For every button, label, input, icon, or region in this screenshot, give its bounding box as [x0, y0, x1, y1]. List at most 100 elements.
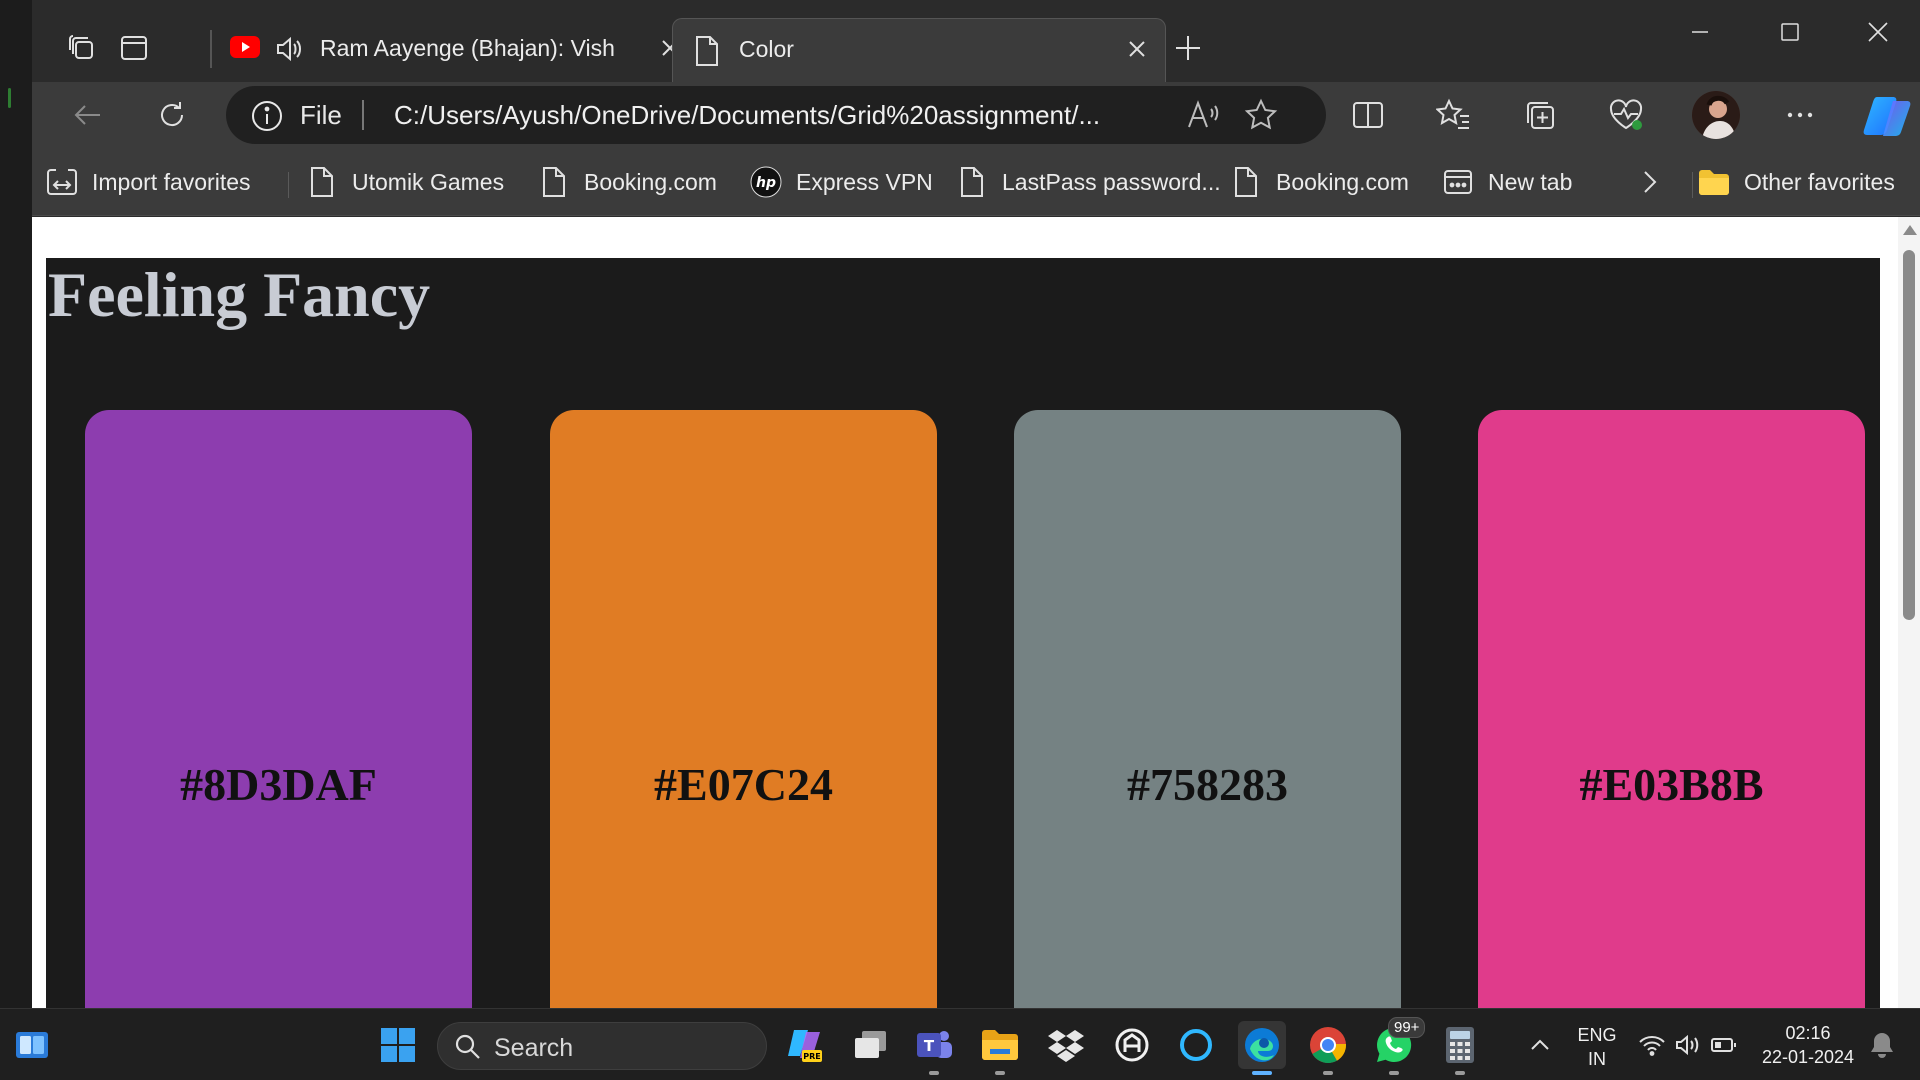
folder-icon — [1696, 164, 1732, 200]
refresh-icon[interactable] — [150, 93, 194, 137]
favorite-label: LastPass password... — [1002, 168, 1221, 195]
favorite-label: Booking.com — [584, 168, 717, 195]
favorite-import[interactable]: Import favorites — [44, 162, 251, 202]
favorite-label: Other favorites — [1744, 168, 1895, 195]
toolbar: File C:/Users/Ayush/OneDrive/Documents/G… — [32, 82, 1920, 148]
favorites-separator — [288, 172, 289, 198]
whatsapp-badge: 99+ — [1388, 1017, 1426, 1038]
minimize-icon[interactable] — [1672, 10, 1728, 54]
favorite-utomik[interactable]: Utomik Games — [304, 162, 504, 202]
tab-bar: Ram Aayenge (Bhajan): Vish Color — [32, 0, 1920, 82]
scheme-label: File — [300, 100, 342, 130]
favorite-star-icon[interactable] — [1244, 98, 1278, 137]
address-divider — [362, 100, 364, 130]
scroll-thumb[interactable] — [1903, 250, 1915, 620]
region-code: IN — [1588, 1049, 1606, 1069]
favorite-label: Import favorites — [92, 168, 251, 195]
browser-window: Ram Aayenge (Bhajan): Vish Color File C:… — [32, 0, 1920, 1008]
widgets-icon[interactable] — [8, 1021, 56, 1069]
taskbar: Search PRE T 99+ ENG IN 02:16 22-01-2024 — [0, 1008, 1920, 1080]
clock-date: 22-01-2024 — [1761, 1047, 1855, 1067]
color-card: #8D3DAF — [85, 410, 472, 1008]
show-hidden-icons-chevron[interactable] — [1516, 1021, 1564, 1069]
windows-start-icon[interactable] — [374, 1021, 422, 1069]
favorite-booking[interactable]: Booking.com — [536, 162, 717, 202]
search-icon — [454, 1033, 482, 1066]
clock-time: 02:16 — [1785, 1023, 1831, 1043]
more-options-icon[interactable] — [1778, 93, 1822, 137]
tab-title: Ram Aayenge (Bhajan): Vish — [320, 35, 615, 61]
color-card-label: #758283 — [1127, 759, 1288, 810]
read-aloud-icon[interactable] — [1186, 99, 1220, 136]
favorite-newtab[interactable]: New tab — [1440, 162, 1572, 202]
dropbox-icon[interactable] — [1042, 1021, 1090, 1069]
favorite-other[interactable]: Other favorites — [1696, 162, 1895, 202]
close-tab-icon[interactable] — [1125, 37, 1149, 67]
favorite-expressvpn[interactable]: hp Express VPN — [748, 162, 933, 202]
hp-icon: hp — [748, 164, 784, 200]
chrome-icon[interactable] — [1304, 1021, 1352, 1075]
tab-separator — [210, 30, 212, 68]
color-card: #E03B8B — [1478, 410, 1865, 1008]
page-icon — [536, 164, 572, 200]
favorite-label: Booking.com — [1276, 168, 1409, 195]
more-favorites-chevron[interactable] — [1632, 162, 1680, 202]
page-icon — [954, 164, 990, 200]
new-tab-icon[interactable] — [1168, 28, 1208, 68]
address-bar[interactable]: File C:/Users/Ayush/OneDrive/Documents/G… — [226, 86, 1326, 144]
edge-icon[interactable] — [1238, 1021, 1286, 1075]
search-label: Search — [494, 1034, 574, 1062]
tab-title: Color — [739, 36, 794, 62]
split-screen-icon[interactable] — [1346, 93, 1390, 137]
favorite-lastpass[interactable]: LastPass password... — [954, 162, 1221, 202]
svg-text:T: T — [924, 1037, 935, 1055]
svg-text:PRE: PRE — [803, 1052, 821, 1061]
copilot-pre-icon[interactable]: PRE — [780, 1021, 828, 1069]
back-icon[interactable] — [66, 93, 110, 137]
calculator-icon[interactable] — [1436, 1021, 1484, 1075]
browser-essentials-icon[interactable] — [1604, 93, 1648, 137]
page-icon — [304, 164, 340, 200]
teams-icon[interactable]: T — [910, 1021, 958, 1075]
collections-icon[interactable] — [1518, 93, 1562, 137]
cortana-icon[interactable] — [1172, 1021, 1220, 1069]
taskbar-search[interactable]: Search — [437, 1022, 767, 1070]
workspaces-icon[interactable] — [62, 28, 102, 68]
file-explorer-icon[interactable] — [976, 1021, 1024, 1075]
chatgpt-icon[interactable] — [1108, 1021, 1156, 1069]
color-card: #758283 — [1014, 410, 1401, 1008]
page-title: Feeling Fancy — [48, 259, 431, 330]
page-viewport: Feeling Fancy #8D3DAF #E07C24 #758283 #E… — [32, 217, 1898, 1008]
audio-playing-icon[interactable] — [274, 34, 304, 70]
vertical-scrollbar[interactable] — [1898, 217, 1920, 1008]
tab-youtube[interactable]: Ram Aayenge (Bhajan): Vish — [220, 18, 690, 82]
close-window-icon[interactable] — [1850, 10, 1906, 54]
favorite-booking-2[interactable]: Booking.com — [1228, 162, 1409, 202]
import-icon — [44, 164, 80, 200]
language-indicator[interactable]: ENG IN — [1570, 1023, 1624, 1071]
language-code: ENG — [1577, 1025, 1617, 1045]
tab-actions-icon[interactable] — [114, 28, 154, 68]
info-icon[interactable] — [250, 99, 284, 133]
tab-color[interactable]: Color — [672, 18, 1166, 82]
page-container: Feeling Fancy #8D3DAF #E07C24 #758283 #E… — [46, 258, 1880, 1008]
color-card-label: #E07C24 — [654, 759, 833, 810]
battery-icon[interactable] — [1700, 1021, 1748, 1069]
favorites-icon[interactable] — [1432, 93, 1476, 137]
notifications-bell-icon[interactable] — [1858, 1021, 1906, 1069]
task-view-icon[interactable] — [846, 1021, 894, 1069]
profile-avatar[interactable] — [1692, 91, 1740, 139]
url-text[interactable]: C:/Users/Ayush/OneDrive/Documents/Grid%2… — [394, 100, 1100, 131]
favorite-label: Express VPN — [796, 168, 933, 195]
svg-text:hp: hp — [756, 175, 776, 191]
color-card-label: #8D3DAF — [180, 759, 377, 810]
desktop-edge — [0, 0, 32, 1008]
newtab-icon — [1440, 164, 1476, 200]
page-icon — [1228, 164, 1264, 200]
favorites-bar: Import favorites Utomik Games Booking.co… — [32, 148, 1920, 216]
clock[interactable]: 02:16 22-01-2024 — [1756, 1021, 1860, 1069]
scroll-up-arrow[interactable] — [1903, 225, 1917, 235]
maximize-icon[interactable] — [1762, 10, 1818, 54]
color-card-label: #E03B8B — [1579, 759, 1764, 810]
copilot-icon[interactable] — [1862, 90, 1914, 142]
